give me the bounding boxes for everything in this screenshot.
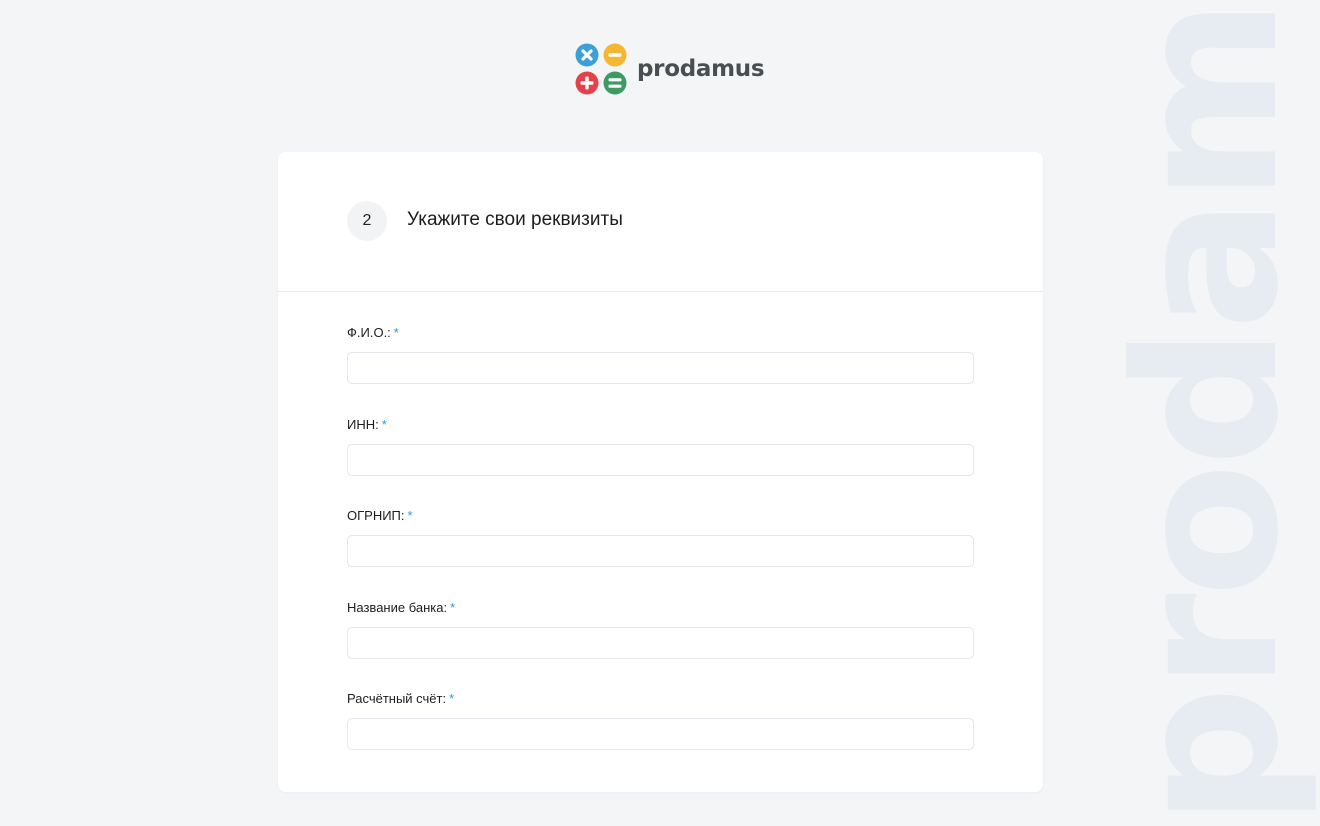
minus-icon bbox=[603, 43, 627, 67]
field-inn: ИНН: * bbox=[347, 416, 974, 476]
required-asterisk: * bbox=[381, 417, 387, 432]
account-input[interactable] bbox=[347, 718, 974, 750]
equals-icon bbox=[603, 71, 627, 95]
field-account: Расчётный счёт: * bbox=[347, 690, 974, 750]
fio-label: Ф.И.О.: * bbox=[347, 325, 399, 340]
brand-logo[interactable]: prodamus bbox=[575, 43, 765, 95]
field-bank-name: Название банка: * bbox=[347, 599, 974, 659]
account-label: Расчётный счёт: * bbox=[347, 691, 455, 706]
plus-icon bbox=[575, 71, 599, 95]
inn-label: ИНН: * bbox=[347, 417, 387, 432]
step-header: 2 Укажите свои реквизиты bbox=[278, 152, 1043, 292]
inn-input[interactable] bbox=[347, 444, 974, 476]
fio-input[interactable] bbox=[347, 352, 974, 384]
required-asterisk: * bbox=[393, 325, 399, 340]
ogrnip-label: ОГРНИП: * bbox=[347, 508, 413, 523]
step-title: Укажите свои реквизиты bbox=[407, 209, 623, 230]
field-ogrnip: ОГРНИП: * bbox=[347, 507, 974, 567]
requisites-card: 2 Укажите свои реквизиты Ф.И.О.: * ИНН: * … bbox=[278, 152, 1043, 792]
brand-name: prodamus bbox=[637, 56, 765, 82]
logo-math-icons bbox=[575, 43, 627, 95]
background-watermark: prodamus bbox=[1094, 0, 1320, 826]
step-number-badge: 2 bbox=[347, 201, 387, 241]
required-asterisk: * bbox=[407, 508, 413, 523]
required-asterisk: * bbox=[449, 691, 455, 706]
ogrnip-input[interactable] bbox=[347, 535, 974, 567]
field-fio: Ф.И.О.: * bbox=[347, 324, 974, 384]
multiply-icon bbox=[575, 43, 599, 67]
bank-name-input[interactable] bbox=[347, 627, 974, 659]
bank-name-label: Название банка: * bbox=[347, 600, 456, 615]
required-asterisk: * bbox=[450, 600, 456, 615]
